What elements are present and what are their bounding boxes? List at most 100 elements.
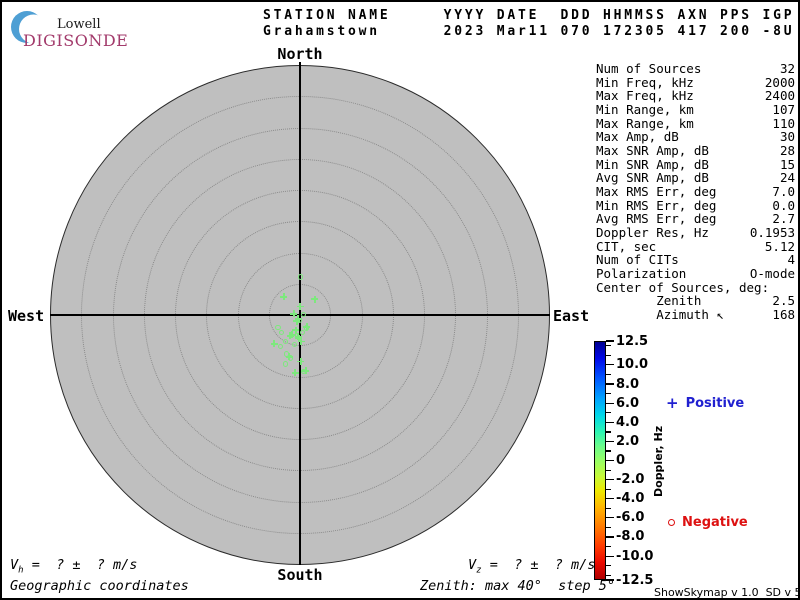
station-header-row2: Grahamstown 2023 Mar11 070 172305 417 20… — [263, 24, 795, 39]
stat-row: Avg SNR Amp, dB 24 — [596, 171, 795, 185]
skymap-point-plus — [296, 302, 304, 310]
legend-positive: + Positive — [666, 394, 745, 412]
colorbar-minor-tick — [606, 488, 611, 490]
colorbar-tick-label: -2.0 — [616, 472, 645, 488]
skymap-point-plus — [297, 357, 305, 365]
colorbar-major-tick — [606, 459, 614, 462]
plus-marker-icon: + — [666, 394, 679, 412]
compass-label-west: West — [8, 307, 45, 325]
circle-marker-icon — [668, 519, 675, 526]
stat-label: Center of Sources, deg: — [596, 279, 770, 295]
colorbar-tick-label: 8.0 — [616, 376, 640, 392]
legend-negative-label: Negative — [682, 515, 748, 530]
stat-row: Min RMS Err, deg 0.0 — [596, 197, 795, 213]
colorbar-major-tick — [606, 536, 614, 538]
stat-row: CIT, sec 5.12 — [596, 238, 795, 254]
stat-value: 168 — [772, 306, 795, 322]
stat-label: Num of CITs — [596, 252, 679, 268]
skymap-point-plus — [294, 333, 302, 341]
colorbar-tick-label: 2.0 — [616, 433, 640, 449]
colorbar-major-tick — [606, 421, 614, 423]
colorbar-tick-label: -6.0 — [616, 510, 645, 526]
stat-label: Doppler Res, Hz — [596, 224, 709, 240]
stat-value: 24 — [779, 170, 795, 186]
stat-value: 107 — [772, 101, 795, 117]
stat-row: Min SNR Amp, dB 15 — [596, 156, 795, 172]
colorbar-minor-tick — [606, 546, 611, 548]
station-header-row1: STATION NAME YYYY DATE DDD HHMMSS AXN PP… — [263, 8, 795, 23]
lowell-digisonde-logo: Lowell DIGISONDE — [10, 8, 160, 52]
stat-value: 15 — [779, 156, 795, 172]
measurement-stats-panel: Num of Sources 32 Min Freq, kHz 2000 Max Fre… — [596, 62, 795, 321]
stat-label: Azimuth ↖ — [596, 306, 724, 322]
vertical-velocity-readout: Vz = ? ± ? m/s — [468, 557, 596, 576]
stat-label: Max SNR Amp, dB — [596, 142, 709, 158]
stat-label: CIT, sec — [596, 238, 657, 254]
colorbar-tick-label: 12.5 — [616, 333, 649, 349]
stat-row: Center of Sources, deg: — [596, 279, 795, 295]
stat-value: 2.5 — [772, 293, 795, 309]
colorbar-minor-tick — [606, 393, 611, 395]
skymap-point-circle — [282, 360, 289, 367]
colorbar-tick-label: -4.0 — [616, 491, 645, 507]
compass-label-north: North — [277, 45, 323, 63]
legend-negative: Negative — [668, 515, 748, 530]
stat-row: Min Range, km 107 — [596, 103, 795, 117]
stat-row: Max RMS Err, deg 7.0 — [596, 185, 795, 199]
colorbar-major-tick — [606, 364, 614, 366]
stat-row: Max Range, km 110 — [596, 115, 795, 131]
colorbar-tick-label: -8.0 — [616, 529, 645, 545]
stat-label: Min Freq, kHz — [596, 74, 694, 90]
colorbar-tick-label: 4.0 — [616, 414, 640, 430]
doppler-colorbar — [594, 341, 606, 580]
skymap-point-plus — [291, 369, 299, 377]
colorbar-minor-tick — [606, 526, 611, 529]
stat-row: Azimuth ↖ 168 — [596, 308, 795, 322]
stat-row: Zenith 2.5 — [596, 294, 795, 308]
stat-label: Max Freq, kHz — [596, 88, 694, 104]
stat-value: 0.0 — [772, 197, 795, 213]
stat-value: 30 — [779, 129, 795, 145]
colorbar-minor-tick — [606, 507, 611, 509]
stat-row: Num of CITs 4 — [596, 253, 795, 267]
stat-label: Num of Sources — [596, 61, 702, 76]
colorbar-tick-label: 6.0 — [616, 395, 640, 411]
colorbar-major-tick — [606, 402, 614, 404]
station-header: STATION NAME YYYY DATE DDD HHMMSS AXN PP… — [263, 8, 794, 40]
stat-value: 0.1953 — [749, 224, 795, 240]
skymap-point-plus — [280, 293, 288, 301]
stat-value: 32 — [779, 61, 795, 76]
legend-positive-label: Positive — [685, 396, 745, 411]
colorbar-minor-tick — [606, 373, 611, 376]
colorbar-major-tick — [606, 479, 614, 481]
logo-text-digisonde: DIGISONDE — [23, 31, 129, 50]
colorbar-major-tick — [606, 555, 614, 557]
stat-row: Max SNR Amp, dB 28 — [596, 144, 795, 158]
stat-value: 110 — [772, 115, 795, 131]
stat-row: Min Freq, kHz 2000 — [596, 74, 795, 90]
colorbar-minor-tick — [606, 469, 611, 471]
colorbar-minor-tick — [606, 565, 611, 567]
colorbar-minor-tick — [606, 574, 611, 576]
stat-label: Max RMS Err, deg — [596, 183, 717, 199]
skymap-point-plus — [286, 332, 294, 340]
skymap-point-circle — [303, 324, 310, 331]
stat-label: Min RMS Err, deg — [596, 197, 717, 213]
software-version: ShowSkymap v 1.0 SD v 5.1 — [654, 586, 800, 599]
stat-value: 2400 — [764, 88, 795, 104]
skymap-point-plus — [302, 367, 310, 375]
stat-row: Polarization O-mode — [596, 267, 795, 281]
stat-row: Doppler Res, Hz 0.1953 — [596, 226, 795, 240]
stat-value: 28 — [779, 142, 795, 158]
stat-label: Zenith — [596, 293, 702, 309]
colorbar-minor-tick — [606, 431, 611, 433]
logo-text-lowell: Lowell — [57, 17, 101, 32]
stat-label: Avg RMS Err, deg — [596, 211, 717, 227]
colorbar-tick-label: 0 — [616, 453, 626, 468]
colorbar-tick-label: 10.0 — [616, 357, 649, 373]
colorbar-minor-tick — [606, 450, 611, 452]
colorbar-tick-label: -12.5 — [616, 572, 654, 588]
skymap-window: Lowell DIGISONDE STATION NAME YYYY DATE … — [0, 0, 800, 600]
stat-row: Avg RMS Err, deg 2.7 — [596, 212, 795, 226]
coordinates-note: Geographic coordinates — [10, 578, 189, 594]
